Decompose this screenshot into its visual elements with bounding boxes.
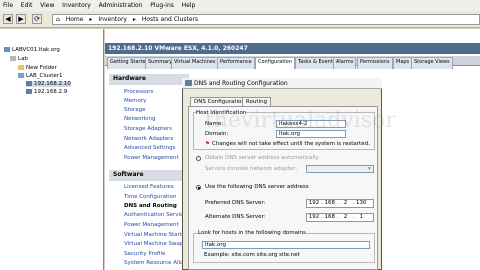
link-network-adapters[interactable]: Network Adapters	[124, 136, 173, 142]
link-processors[interactable]: Processors	[124, 89, 153, 95]
breadcrumb-hosts-clusters[interactable]: Hosts and Clusters	[142, 16, 198, 23]
breadcrumb: ⌂ Home ▸ Inventory ▸ Hosts and Clusters	[52, 14, 480, 25]
software-header: Software	[109, 170, 189, 181]
domain-label: Domain:	[205, 131, 229, 137]
hardware-header: Hardware	[109, 74, 189, 85]
use-following-dns-label: Use the following DNS server address	[205, 184, 309, 190]
obtain-dns-label: Obtain DNS server address automatically	[205, 155, 319, 161]
chevron-down-icon: ▾	[368, 166, 371, 172]
tree-item-datacenter[interactable]: Lab	[10, 56, 28, 62]
tab-permissions[interactable]: Permissions	[357, 57, 393, 69]
link-licensed-features[interactable]: Licensed Features	[124, 184, 174, 190]
name-label: Name:	[205, 121, 224, 127]
dialog-title: DNS and Routing Configuration	[182, 78, 382, 89]
tree-item-host[interactable]: 192.168.2.9	[26, 89, 67, 95]
menu-plugins[interactable]: Plug-ins	[147, 0, 177, 9]
preferred-dns-label: Preferred DNS Server:	[205, 200, 266, 206]
domain-field[interactable]: ltak.org	[276, 130, 346, 138]
tree-item-host-selected[interactable]: 192.168.2.10	[26, 81, 71, 87]
folder-icon	[18, 65, 24, 70]
host-title: 192.168.2.10 VMware ESX, 4.1.0, 260247	[105, 43, 480, 54]
vcenter-icon	[4, 47, 10, 52]
tab-alarms[interactable]: Alarms	[333, 57, 357, 69]
datacenter-icon	[10, 56, 16, 61]
menu-administration[interactable]: Administration	[96, 0, 146, 9]
breadcrumb-separator-icon: ▸	[89, 16, 93, 23]
link-vm-startup[interactable]: Virtual Machine Startup	[124, 232, 189, 238]
dialog-icon	[185, 80, 192, 86]
link-power-management-hw[interactable]: Power Management	[124, 155, 179, 161]
link-storage[interactable]: Storage	[124, 107, 146, 113]
link-time-configuration[interactable]: Time Configuration	[124, 194, 177, 200]
warning-icon: ⚑	[205, 141, 210, 147]
tab-maps[interactable]: Maps	[393, 57, 413, 69]
menu-help[interactable]: Help	[179, 0, 199, 9]
tree-item-cluster[interactable]: LAB_Cluster1	[18, 73, 63, 79]
host-identification-label: Host Identification	[196, 110, 247, 116]
menu-edit[interactable]: Edit	[18, 0, 36, 9]
home-icon[interactable]: ⌂	[56, 16, 60, 23]
use-following-dns-radio[interactable]	[196, 185, 201, 190]
tree-item-folder[interactable]: New Folder	[18, 65, 57, 71]
tab-storage-views[interactable]: Storage Views	[411, 57, 453, 69]
link-advanced-settings[interactable]: Advanced Settings	[124, 145, 175, 151]
host-icon	[26, 89, 32, 94]
link-authentication-services[interactable]: Authentication Services	[124, 212, 189, 218]
preferred-dns-field[interactable]: 192. 168. 2. 130	[306, 199, 374, 208]
breadcrumb-home[interactable]: Home	[66, 16, 84, 23]
link-memory[interactable]: Memory	[124, 98, 146, 104]
back-icon[interactable]: ◀	[3, 14, 13, 24]
service-console-select[interactable]	[306, 165, 374, 173]
cluster-icon	[18, 73, 24, 78]
service-console-label: Service console network adapter:	[205, 166, 298, 172]
alternate-dns-field[interactable]: 192. 168. 2. 1	[306, 213, 374, 222]
tab-tasks-events[interactable]: Tasks & Events	[295, 57, 339, 69]
forward-icon[interactable]: ▶	[16, 14, 26, 24]
refresh-icon[interactable]: ⟳	[32, 14, 42, 24]
restart-warning: Changes will not take effect until the s…	[212, 141, 370, 147]
menu-view[interactable]: View	[37, 0, 57, 9]
toolbar: ◀ ▶ ⟳ ⌂ Home ▸ Inventory ▸ Hosts and Clu…	[0, 11, 480, 28]
link-power-management-sw[interactable]: Power Management	[124, 222, 179, 228]
obtain-dns-radio[interactable]	[196, 156, 201, 161]
lookup-example: Example: site.com site.org site.net	[204, 252, 300, 258]
alternate-dns-label: Alternate DNS Server:	[205, 214, 266, 220]
menu-file[interactable]: File	[0, 0, 16, 9]
menu-bar: File Edit View Inventory Administration …	[0, 0, 480, 11]
tab-performance[interactable]: Performance	[217, 57, 255, 69]
breadcrumb-inventory[interactable]: Inventory	[98, 16, 127, 23]
link-networking[interactable]: Networking	[124, 116, 155, 122]
tree-item-vcenter[interactable]: LABVC01.ltak.org	[4, 47, 60, 53]
tab-virtual-machines[interactable]: Virtual Machines	[171, 57, 219, 69]
link-storage-adapters[interactable]: Storage Adapters	[124, 126, 172, 132]
name-field[interactable]: ltakesx4-2	[276, 120, 346, 128]
lookup-domains-label: Look for hosts in the following domains	[198, 230, 306, 236]
lookup-domains-field[interactable]: ltak.org	[202, 241, 370, 249]
breadcrumb-separator-icon: ▸	[132, 16, 136, 23]
menu-inventory[interactable]: Inventory	[59, 0, 94, 9]
link-dns-routing[interactable]: DNS and Routing	[124, 203, 177, 209]
host-icon	[26, 81, 32, 86]
inventory-tree: LABVC01.ltak.org Lab New Folder LAB_Clus…	[0, 29, 104, 270]
tab-bar: Getting Started Summary Virtual Machines…	[105, 56, 480, 69]
tab-configuration[interactable]: Configuration	[255, 57, 295, 69]
link-security-profile[interactable]: Security Profile	[124, 251, 165, 257]
